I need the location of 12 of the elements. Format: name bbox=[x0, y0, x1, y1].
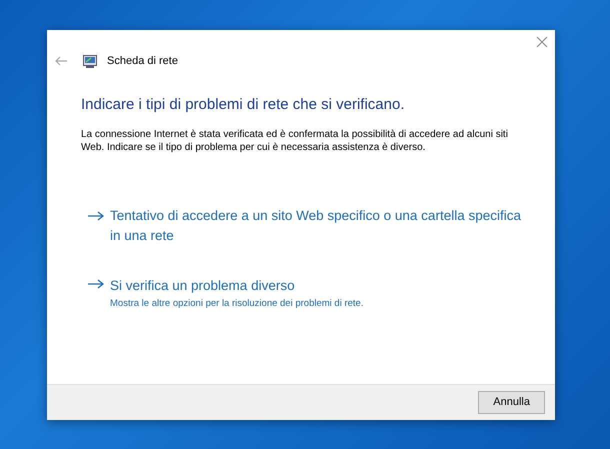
close-icon[interactable] bbox=[537, 37, 547, 47]
option-detail: Mostra le altre opzioni per la risoluzione dei problemi di rete. bbox=[110, 298, 364, 310]
back-arrow-icon[interactable] bbox=[55, 56, 67, 66]
arrow-icon bbox=[88, 278, 104, 288]
page-heading: Indicare i tipi di problemi di rete che si verificano. bbox=[81, 96, 406, 114]
option-link[interactable]: Si verifica un problema diverso bbox=[110, 276, 295, 296]
network-adapter-icon bbox=[83, 54, 97, 68]
arrow-icon bbox=[88, 210, 104, 220]
window-title: Scheda di rete bbox=[107, 54, 178, 69]
description-text: La connessione Internet è stata verificata ed è confermata la possibilità di accedere ad alcuni siti Web. Indicare se il tipo di problema per cui è necessaria assistenza è diverso. bbox=[81, 128, 509, 154]
cancel-button[interactable]: Annulla bbox=[478, 391, 545, 414]
option-link[interactable]: Tentativo di accedere a un sito Web specifico o una cartella specifica in una rete bbox=[110, 206, 531, 246]
